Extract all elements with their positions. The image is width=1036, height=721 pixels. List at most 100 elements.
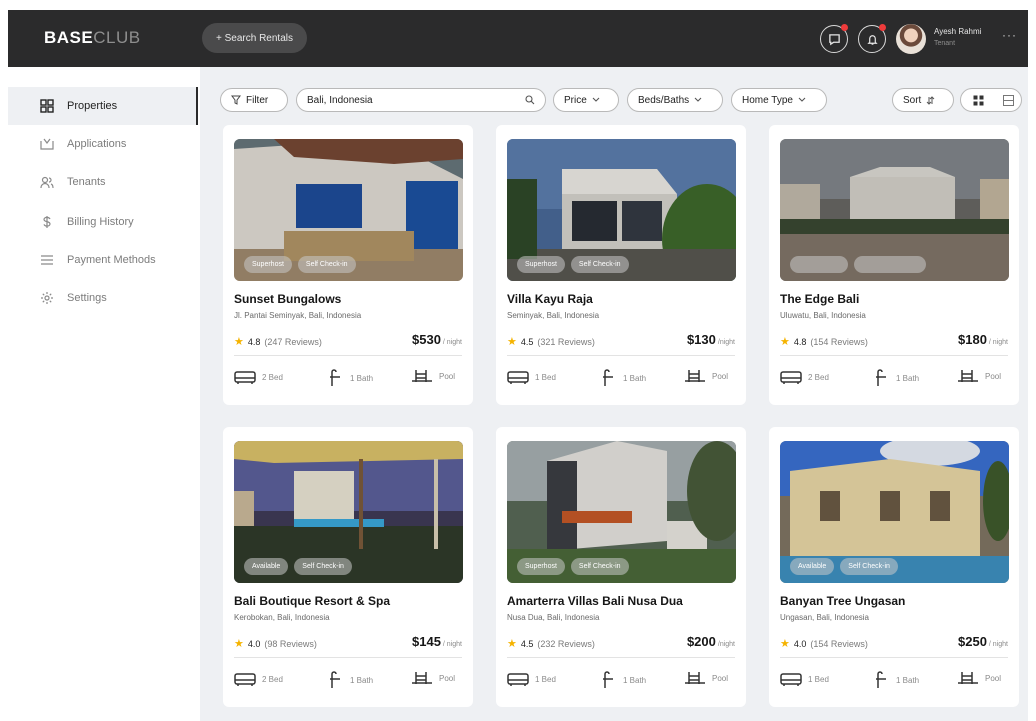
tag-badge: Self Check-in [294,558,352,575]
property-photo[interactable]: Available Self Check-in [234,441,463,583]
property-tags: Available Self Check-in [244,558,352,575]
tag-badge [854,256,926,273]
filter-icon [231,95,241,105]
sidebar-item-properties[interactable]: Properties [8,87,198,125]
bath-icon [603,369,613,386]
pool-icon [412,370,432,382]
property-title[interactable]: Bali Boutique Resort & Spa [234,594,390,608]
notification-dot [841,24,848,31]
sidebar: Properties Applications Tenants Billing … [8,67,198,721]
applications-icon [40,138,54,150]
sort-button[interactable]: Sort [892,88,954,112]
filter-button[interactable]: Filter [220,88,288,112]
grid-icon [40,99,54,113]
beds-baths-dropdown[interactable]: Beds/Baths [627,88,723,112]
sidebar-item-billing-history[interactable]: Billing History [8,203,198,241]
grid-view-icon[interactable] [973,95,984,106]
search-input[interactable]: Bali, Indonesia [296,88,546,112]
property-tags: Superhost Self Check-in [517,256,629,273]
price-dropdown[interactable]: Price [553,88,619,112]
property-title[interactable]: The Edge Bali [780,292,859,306]
property-tags [790,256,926,273]
sidebar-item-label: Properties [67,100,118,112]
property-card[interactable]: Available Self Check-in Bali Boutique Re… [223,427,473,707]
property-card[interactable]: Superhost Self Check-in Villa Kayu Raja … [496,125,746,405]
notifications-button[interactable] [858,24,886,53]
search-icon [525,95,535,105]
app-logo[interactable]: BASECLUB [44,28,141,48]
home-type-dropdown[interactable]: Home Type [731,88,827,112]
amenity-pool: Pool [684,369,728,383]
bed-icon [507,673,529,686]
home-type-label: Home Type [742,94,793,106]
tag-badge: Available [244,558,289,575]
pool-icon [685,672,705,684]
property-tags: Available Self Check-in [790,558,898,575]
sort-icon [926,95,935,105]
amenity-pool: Pool [957,369,1001,383]
property-location: Jl. Pantai Seminyak, Bali, Indonesia [234,311,362,320]
bell-icon [866,34,878,45]
user-name: Ayesh Rahmi [934,27,982,36]
sidebar-item-applications[interactable]: Applications [8,125,198,163]
property-photo[interactable] [780,139,1009,281]
property-tags: Superhost Self Check-in [517,558,629,575]
tag-badge: Self Check-in [840,558,898,575]
messages-button[interactable] [820,24,848,53]
property-photo[interactable]: Superhost Self Check-in [507,441,736,583]
star-icon: ★ [780,638,790,650]
sidebar-item-label: Settings [67,292,107,304]
property-photo[interactable]: Available Self Check-in [780,441,1009,583]
star-icon: ★ [507,638,517,650]
property-price: $200/night [686,634,735,649]
tag-badge: Self Check-in [570,558,629,575]
amenity-baths: 1 Bath [328,369,373,387]
property-card[interactable]: The Edge Bali Uluwatu, Bali, Indonesia ★… [769,125,1019,405]
list-view-icon[interactable] [1003,94,1014,106]
filter-label: Filter [246,94,269,106]
divider [507,355,735,356]
property-photo[interactable]: Superhost Self Check-in [234,139,463,281]
amenity-beds: 1 Bed [507,369,556,385]
dollar-icon [43,216,51,228]
bed-icon [234,673,256,686]
main-content: Filter Bali, Indonesia Price Beds/Baths … [200,67,1028,721]
sidebar-item-tenants[interactable]: Tenants [8,163,198,201]
divider [507,657,735,658]
amenity-beds: 2 Bed [234,671,283,687]
amenity-pool: Pool [684,671,728,685]
property-rating: ★ 4.0 (154 Reviews) [780,638,868,650]
property-title[interactable]: Villa Kayu Raja [507,292,593,306]
divider [234,657,462,658]
property-photo[interactable]: Superhost Self Check-in [507,139,736,281]
amenity-baths: 1 Bath [601,369,646,387]
star-icon: ★ [507,336,517,348]
property-title[interactable]: Amarterra Villas Bali Nusa Dua [507,594,683,608]
search-value: Bali, Indonesia [307,94,373,106]
property-title[interactable]: Banyan Tree Ungasan [780,594,905,608]
tag-badge: Superhost [244,256,292,273]
property-card[interactable]: Superhost Self Check-in Amarterra Villas… [496,427,746,707]
sidebar-item-payment-methods[interactable]: Payment Methods [8,241,198,279]
star-icon: ★ [780,336,790,348]
amenity-baths: 1 Bath [328,671,373,689]
chat-icon [828,33,840,45]
bath-icon [876,671,886,688]
amenity-beds: 2 Bed [780,369,829,385]
view-toggle[interactable] [960,88,1022,112]
more-menu-icon[interactable]: ··· [1002,28,1017,42]
property-card[interactable]: Superhost Self Check-in Sunset Bungalows… [223,125,473,405]
property-rating: ★ 4.0 (98 Reviews) [234,638,317,650]
property-rating: ★ 4.5 (321 Reviews) [507,336,595,348]
search-rentals-button[interactable]: + Search Rentals [202,23,307,53]
property-rating: ★ 4.8 (154 Reviews) [780,336,868,348]
amenity-pool: Pool [957,671,1001,685]
avatar[interactable] [896,24,926,54]
bath-icon [330,369,340,386]
property-price: $130/night [686,332,735,347]
property-card[interactable]: Available Self Check-in Banyan Tree Unga… [769,427,1019,707]
pool-icon [958,672,978,684]
notification-dot [879,24,886,31]
property-title[interactable]: Sunset Bungalows [234,292,341,306]
sidebar-item-settings[interactable]: Settings [8,279,198,317]
